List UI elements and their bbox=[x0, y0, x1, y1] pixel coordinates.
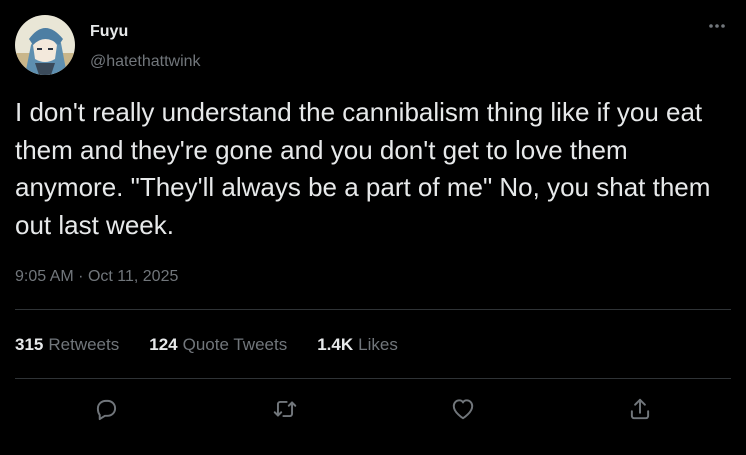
meta-separator: · bbox=[78, 268, 84, 285]
share-icon[interactable] bbox=[625, 394, 655, 424]
retweets-label: Retweets bbox=[48, 335, 120, 354]
retweet-icon[interactable] bbox=[270, 394, 300, 424]
likes-stat[interactable]: 1.4K Likes bbox=[317, 334, 398, 356]
tweet-time[interactable]: 9:05 AM bbox=[15, 268, 74, 285]
likes-label: Likes bbox=[358, 335, 398, 354]
tweet-stats: 315 Retweets 124 Quote Tweets 1.4K Likes bbox=[15, 334, 428, 356]
retweets-stat[interactable]: 315 Retweets bbox=[15, 334, 119, 356]
quote-tweets-stat[interactable]: 124 Quote Tweets bbox=[149, 334, 287, 356]
quote-tweets-count: 124 bbox=[149, 335, 178, 354]
more-icon[interactable] bbox=[702, 16, 732, 36]
tweet-date[interactable]: Oct 11, 2025 bbox=[88, 268, 178, 285]
user-handle[interactable]: @hatethattwink bbox=[90, 52, 201, 72]
avatar-image bbox=[15, 15, 75, 75]
likes-count: 1.4K bbox=[317, 335, 354, 354]
like-icon[interactable] bbox=[448, 394, 478, 424]
avatar[interactable] bbox=[15, 15, 75, 75]
quote-tweets-label: Quote Tweets bbox=[182, 335, 288, 354]
retweets-count: 315 bbox=[15, 335, 44, 354]
reply-icon[interactable] bbox=[91, 394, 121, 424]
divider-bottom bbox=[15, 378, 731, 379]
tweet-timestamp: 9:05 AM · Oct 11, 2025 bbox=[15, 266, 178, 288]
tweet-card: Fuyu @hatethattwink I don't really under… bbox=[0, 0, 746, 455]
divider-top bbox=[15, 309, 731, 310]
display-name[interactable]: Fuyu bbox=[90, 22, 128, 42]
tweet-actions bbox=[0, 394, 746, 424]
tweet-text: I don't really understand the cannibalis… bbox=[15, 97, 711, 240]
